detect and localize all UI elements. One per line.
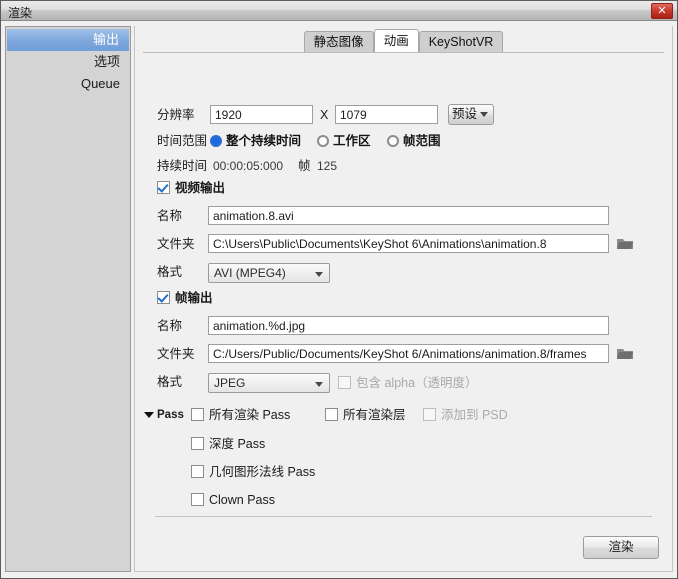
tab-label: KeyShotVR: [429, 35, 494, 49]
content-panel: 静态图像 动画 KeyShotVR 分辨率 X 预设: [134, 26, 673, 572]
sidebar-item-label: 选项: [94, 54, 120, 69]
all-render-layers-checkbox[interactable]: 所有渲染层: [325, 405, 406, 425]
section-divider: [155, 516, 652, 517]
depth-pass-label: 深度 Pass: [209, 437, 265, 451]
frames-value: 125: [317, 155, 337, 177]
checkbox-icon: [191, 465, 204, 478]
frame-output-label: 帧输出: [175, 291, 213, 305]
all-render-pass-label: 所有渲染 Pass: [209, 408, 290, 422]
tab-keyshotvr[interactable]: KeyShotVR: [419, 31, 504, 52]
checkbox-icon: [191, 437, 204, 450]
render-button[interactable]: 渲染: [583, 536, 659, 559]
checkbox-icon: [191, 408, 204, 421]
checkbox-icon: [325, 408, 338, 421]
clown-pass-checkbox[interactable]: Clown Pass: [191, 490, 275, 510]
frame-name-input[interactable]: [208, 316, 609, 335]
radio-frame-range[interactable]: 帧范围: [387, 130, 441, 152]
radio-label: 工作区: [333, 134, 371, 148]
radio-work-area[interactable]: 工作区: [317, 130, 371, 152]
checkbox-icon: [423, 408, 436, 421]
frames-label: 帧: [298, 155, 311, 177]
chevron-down-icon: [315, 382, 323, 387]
tab-label: 动画: [384, 34, 409, 48]
sidebar-item-queue[interactable]: Queue: [6, 73, 130, 95]
all-render-pass-checkbox[interactable]: 所有渲染 Pass: [191, 405, 290, 425]
chevron-down-icon: [315, 272, 323, 277]
video-format-value: AVI (MPEG4): [214, 266, 286, 280]
tab-animation[interactable]: 动画: [374, 29, 419, 52]
sidebar: 输出 选项 Queue: [5, 26, 131, 572]
frame-folder-input[interactable]: [208, 344, 609, 363]
checkbox-icon: [157, 291, 170, 304]
resolution-separator: X: [320, 104, 328, 126]
depth-pass-checkbox[interactable]: 深度 Pass: [191, 434, 265, 454]
duration-label: 持续时间: [157, 155, 207, 177]
checkbox-icon: [191, 493, 204, 506]
chevron-down-icon: [480, 112, 488, 117]
tab-label: 静态图像: [314, 35, 364, 49]
time-range-label: 时间范围: [157, 130, 207, 152]
close-icon: ✕: [652, 3, 672, 19]
resolution-height-input[interactable]: [335, 105, 438, 124]
duration-value: 00:00:05:000: [213, 155, 283, 177]
radio-label: 帧范围: [403, 134, 441, 148]
all-render-layers-label: 所有渲染层: [343, 408, 406, 422]
render-dialog-window: 渲染 ✕ 输出 选项 Queue 静态图像: [0, 0, 678, 579]
include-alpha-checkbox[interactable]: 包含 alpha（透明度）: [338, 373, 478, 393]
video-output-label: 视频输出: [175, 181, 225, 195]
video-format-label: 格式: [157, 261, 182, 283]
frame-output-checkbox[interactable]: 帧输出: [157, 288, 213, 308]
video-folder-label: 文件夹: [157, 233, 195, 255]
sidebar-item-label: Queue: [81, 76, 120, 91]
sidebar-item-output[interactable]: 输出: [7, 29, 129, 51]
geometry-normals-pass-label: 几何图形法线 Pass: [209, 465, 315, 479]
checkbox-icon: [157, 181, 170, 194]
resolution-preset-button[interactable]: 预设: [448, 104, 494, 125]
tab-still-image[interactable]: 静态图像: [304, 31, 374, 52]
add-to-psd-checkbox[interactable]: 添加到 PSD: [423, 405, 508, 425]
resolution-label: 分辨率: [157, 104, 195, 126]
dialog-body: 输出 选项 Queue 静态图像 动画 KeyShotVR: [1, 21, 677, 578]
pass-collapse-triangle-icon[interactable]: [144, 412, 154, 418]
frame-folder-label: 文件夹: [157, 343, 195, 365]
sidebar-item-options[interactable]: 选项: [6, 51, 130, 73]
window-title: 渲染: [8, 4, 32, 21]
video-name-label: 名称: [157, 205, 182, 227]
title-bar: 渲染 ✕: [1, 1, 677, 21]
radio-label: 整个持续时间: [226, 134, 301, 148]
video-output-checkbox[interactable]: 视频输出: [157, 178, 225, 198]
radio-entire-duration[interactable]: 整个持续时间: [210, 130, 301, 152]
frame-name-label: 名称: [157, 315, 182, 337]
checkbox-icon: [338, 376, 351, 389]
geometry-normals-pass-checkbox[interactable]: 几何图形法线 Pass: [191, 462, 315, 482]
sidebar-item-label: 输出: [93, 32, 119, 47]
radio-icon: [210, 135, 222, 147]
frame-format-value: JPEG: [214, 376, 245, 390]
video-name-input[interactable]: [208, 206, 609, 225]
tab-strip: 静态图像 动画 KeyShotVR: [135, 26, 672, 54]
preset-label: 预设: [452, 107, 477, 121]
frame-format-select[interactable]: JPEG: [208, 373, 330, 393]
clown-pass-label: Clown Pass: [209, 493, 275, 507]
radio-icon: [387, 135, 399, 147]
video-folder-input[interactable]: [208, 234, 609, 253]
frame-format-label: 格式: [157, 371, 182, 393]
video-format-select[interactable]: AVI (MPEG4): [208, 263, 330, 283]
frame-folder-browse-icon[interactable]: [616, 346, 634, 361]
add-to-psd-label: 添加到 PSD: [441, 408, 508, 422]
include-alpha-label: 包含 alpha（透明度）: [356, 376, 478, 390]
resolution-width-input[interactable]: [210, 105, 313, 124]
pass-section-title: Pass: [157, 404, 184, 426]
video-folder-browse-icon[interactable]: [616, 236, 634, 251]
render-button-label: 渲染: [608, 540, 633, 554]
radio-icon: [317, 135, 329, 147]
close-button[interactable]: ✕: [651, 3, 673, 19]
